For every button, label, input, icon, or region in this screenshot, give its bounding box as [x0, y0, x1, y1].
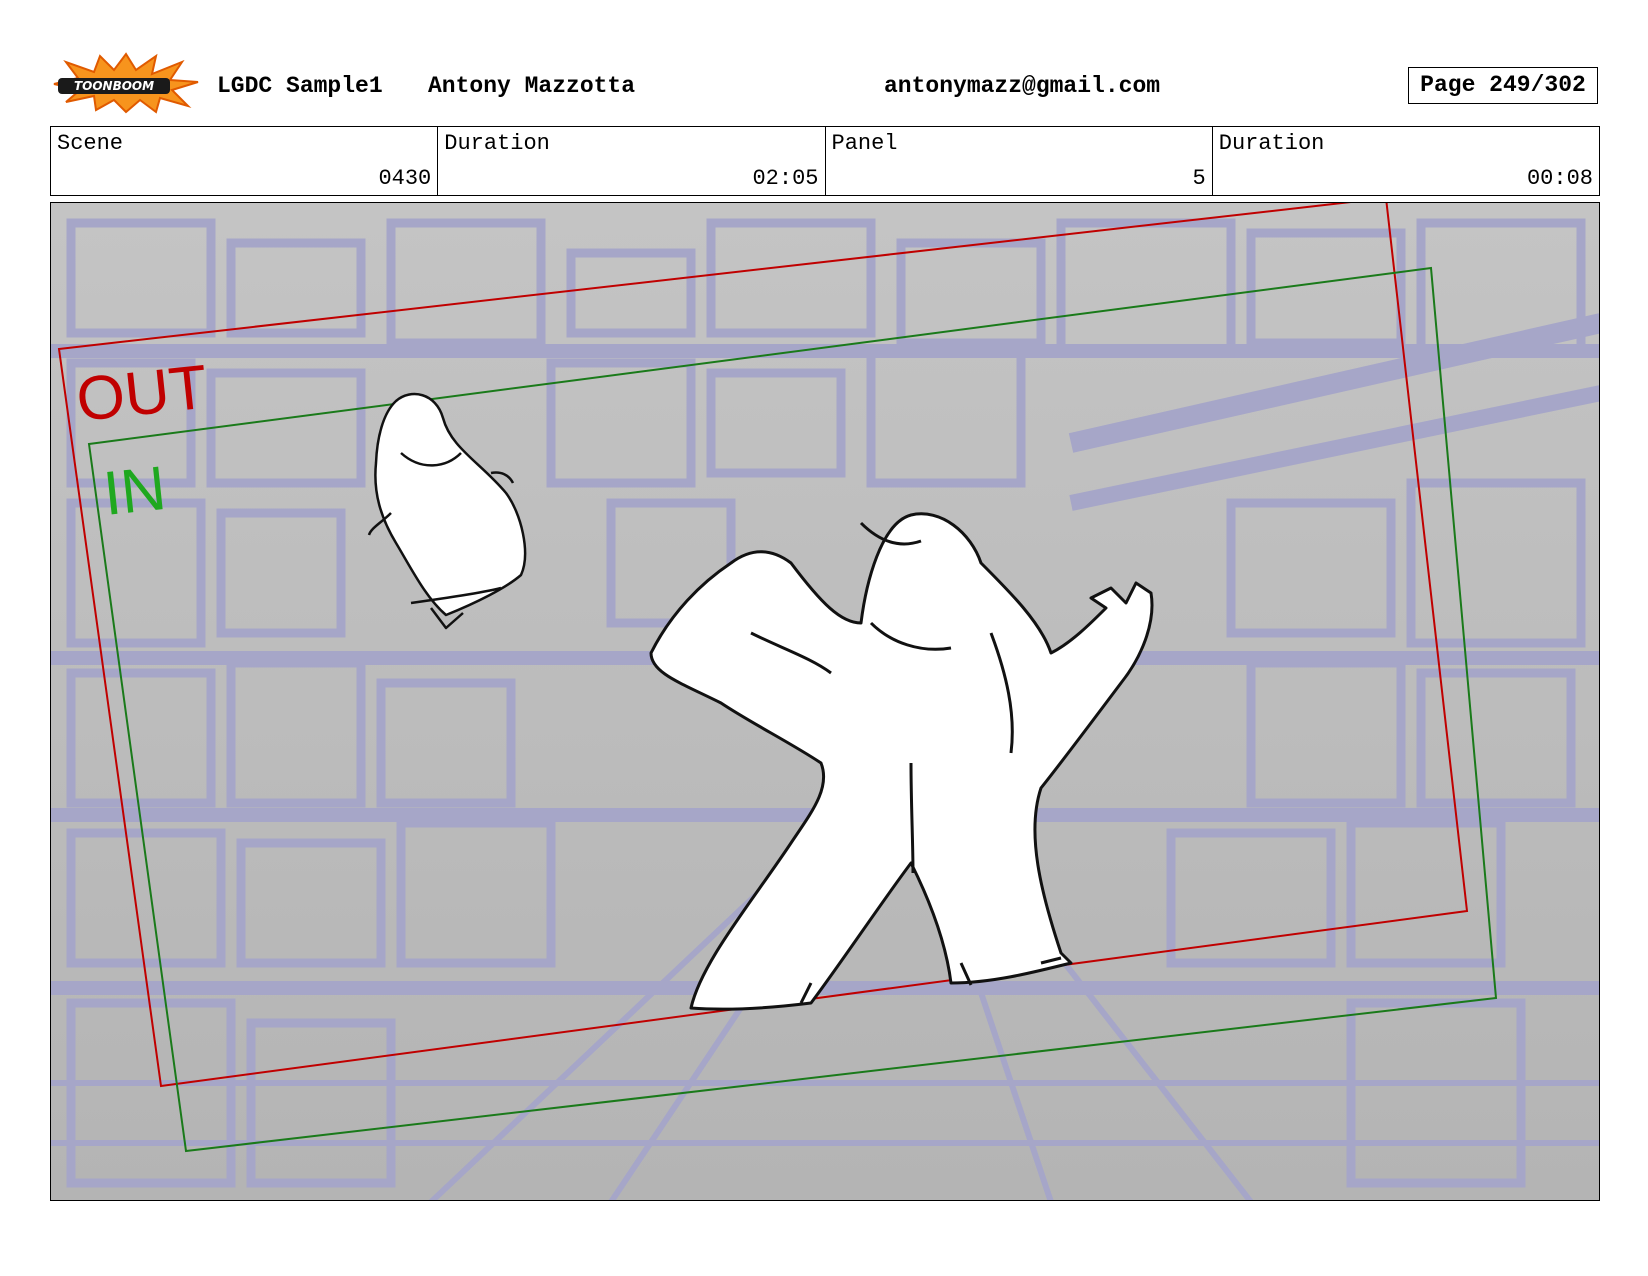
- scene-cell: Scene 0430: [51, 127, 439, 195]
- panel-duration-value: 00:08: [1526, 166, 1593, 191]
- page-number: Page 249/302: [1408, 67, 1598, 104]
- panel-label: Panel: [831, 131, 898, 156]
- scene-duration-label: Duration: [444, 131, 550, 156]
- out-label: OUT: [73, 353, 210, 435]
- panel-drawing: OUT IN: [51, 203, 1599, 1200]
- logo-wordmark: TOONBOOM: [74, 79, 154, 93]
- project-name: LGDC Sample1: [217, 73, 383, 99]
- author-name: Antony Mazzotta: [428, 73, 636, 99]
- scene-value: 0430: [378, 166, 432, 191]
- scene-info-table: Scene 0430 Duration 02:05 Panel 5 Durati…: [50, 126, 1600, 196]
- scene-duration-value: 02:05: [752, 166, 819, 191]
- storyboard-panel: OUT IN: [50, 202, 1600, 1201]
- page-header: TOONBOOM LGDC Sample1 Antony Mazzotta an…: [0, 0, 1648, 120]
- panel-duration-label: Duration: [1218, 131, 1325, 156]
- in-label: IN: [100, 454, 169, 529]
- panel-duration-cell: Duration 00:08: [1213, 127, 1599, 195]
- panel-cell: Panel 5: [826, 127, 1213, 195]
- author-email: antonymazz@gmail.com: [884, 73, 1161, 99]
- panel-value: 5: [1192, 166, 1206, 191]
- scene-label: Scene: [57, 131, 124, 156]
- scene-duration-cell: Duration 02:05: [438, 127, 826, 195]
- toonboom-logo: TOONBOOM: [53, 52, 199, 114]
